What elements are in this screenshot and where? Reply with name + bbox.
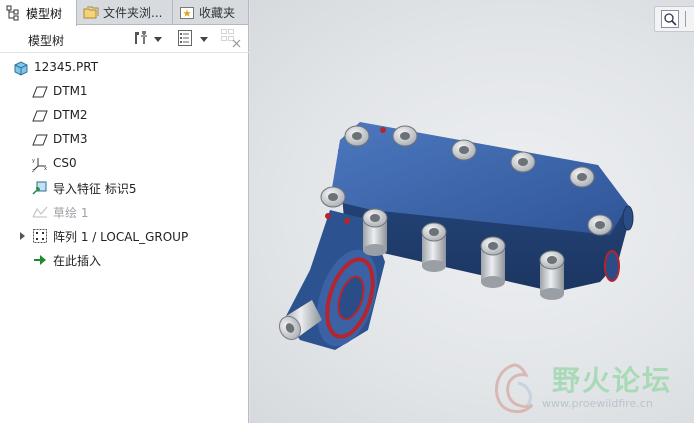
datum-plane-icon: [32, 108, 48, 124]
boss: [392, 125, 418, 147]
boss: [510, 151, 536, 173]
tree-item-label: DTM1: [53, 84, 88, 98]
tree-item-root[interactable]: 12345.PRT: [0, 56, 248, 80]
tab-favorites[interactable]: 收藏夹: [173, 0, 249, 25]
tree-item-insert-here[interactable]: 在此插入: [0, 248, 248, 272]
svg-text:x: x: [44, 166, 47, 172]
tree-item-label: DTM2: [53, 108, 88, 122]
tree-item-pattern[interactable]: 阵列 1 / LOCAL_GROUP: [0, 224, 248, 248]
red-marker: [380, 127, 386, 133]
tree-item-dtm2[interactable]: DTM2: [0, 104, 248, 128]
tree-settings-icon: [132, 29, 150, 50]
end-port: [622, 205, 634, 231]
tab-folder-browser[interactable]: 文件夹浏...: [77, 0, 173, 25]
favorites-icon: [179, 5, 195, 21]
tab-favorites-label: 收藏夹: [199, 6, 236, 20]
coordinate-system-icon: y x z: [32, 156, 48, 174]
model-tree-panel: 模型树 文件夹浏... 收藏夹 模型树 12345.PRT DTM1 DTM2 …: [0, 0, 249, 423]
tree-item-cs0[interactable]: y x z CS0: [0, 152, 248, 176]
boss: [320, 186, 346, 208]
watermark-url: www.proewildfire.cn: [542, 397, 653, 410]
svg-text:z: z: [32, 168, 35, 172]
folder-browser-icon: [83, 5, 99, 21]
show-filter-button[interactable]: [220, 28, 242, 51]
navigator-tabbar: 模型树 文件夹浏... 收藏夹: [0, 0, 249, 26]
sketch-icon: [32, 204, 48, 220]
chevron-down-icon: [200, 32, 208, 46]
watermark-title: 野火论坛: [552, 364, 673, 397]
chevron-down-icon: [154, 32, 162, 46]
tree-item-dtm1[interactable]: DTM1: [0, 80, 248, 104]
cylinder: [362, 208, 388, 256]
model-tree-icon: [6, 5, 22, 21]
red-marker: [325, 213, 331, 219]
show-filter-icon: [220, 28, 242, 51]
expand-arrow-icon[interactable]: [18, 230, 28, 242]
part-icon: [13, 60, 29, 76]
insert-here-arrow-icon: [32, 252, 48, 268]
tree-item-label: CS0: [53, 156, 77, 170]
cylinder: [421, 222, 447, 272]
tree-settings-button[interactable]: [132, 29, 162, 49]
svg-text:y: y: [32, 158, 35, 164]
datum-plane-icon: [32, 132, 48, 148]
model-tree: 12345.PRT DTM1 DTM2 DTM3 y x z CS0 导入特征 …: [0, 56, 248, 272]
tab-model-tree-label: 模型树: [26, 6, 63, 21]
tab-model-tree[interactable]: 模型树: [0, 0, 77, 26]
tree-item-label: 12345.PRT: [34, 60, 99, 74]
tree-item-import-feature[interactable]: 导入特征 标识5: [0, 176, 248, 200]
tree-columns-button[interactable]: [176, 29, 208, 49]
model-tree-toolbar: 模型树: [0, 26, 249, 53]
tree-item-label: 草绘 1: [53, 206, 89, 220]
forum-watermark: 野火论坛 www.proewildfire.cn: [480, 355, 694, 423]
tree-item-label: 导入特征 标识5: [53, 182, 137, 196]
pattern-icon: [32, 228, 48, 244]
boss: [451, 139, 477, 161]
import-feature-icon: [32, 180, 48, 196]
model-tree-title: 模型树: [28, 34, 65, 48]
boss: [344, 125, 370, 147]
cylinder: [539, 250, 565, 300]
tree-item-label: DTM3: [53, 132, 88, 146]
tab-folder-browser-label: 文件夹浏...: [103, 6, 163, 20]
tree-columns-icon: [176, 29, 194, 50]
boss: [587, 214, 613, 236]
tree-item-dtm3[interactable]: DTM3: [0, 128, 248, 152]
red-marker: [344, 218, 350, 224]
boss: [569, 166, 595, 188]
tree-item-sketch[interactable]: 草绘 1: [0, 200, 248, 224]
watermark-logo-icon: [495, 363, 534, 413]
end-port-red-ring: [604, 250, 620, 282]
datum-plane-icon: [32, 84, 48, 100]
tree-item-label: 阵列 1 / LOCAL_GROUP: [53, 230, 189, 244]
tree-item-label: 在此插入: [53, 254, 102, 268]
graphics-viewport[interactable]: 野火论坛 www.proewildfire.cn: [250, 0, 694, 423]
cylinder: [480, 236, 506, 288]
